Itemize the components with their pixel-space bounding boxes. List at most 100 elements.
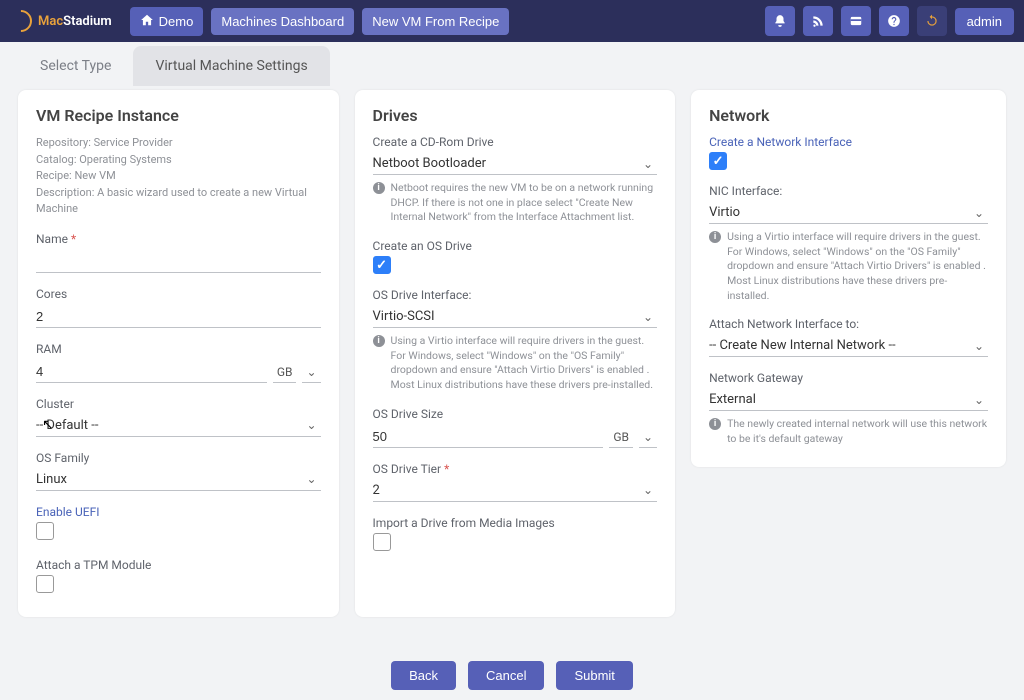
cluster-value: -- Default -- [36, 418, 302, 433]
info-icon: i [373, 335, 385, 347]
ram-unit-dropdown[interactable]: ⌄ [302, 365, 320, 383]
ram-unit: GB [273, 365, 297, 383]
gateway-info: i The newly created internal network wil… [709, 417, 988, 446]
network-title: Network [709, 106, 988, 125]
vm-desc: Description: A basic wizard used to crea… [36, 185, 321, 218]
osdrive-size-unit: GB [609, 430, 633, 448]
network-card: Network Create a Network Interface ✓ NIC… [691, 90, 1006, 467]
refresh-icon-button[interactable] [917, 6, 947, 36]
gateway-select[interactable]: External ⌄ [709, 388, 988, 411]
tab-select-type[interactable]: Select Type [18, 46, 133, 86]
top-bar: MacStadium Demo Machines Dashboard New V… [0, 0, 1024, 42]
card-icon-button[interactable] [841, 6, 871, 36]
logo-icon [5, 5, 36, 36]
gateway-info-text: The newly created internal network will … [727, 417, 988, 446]
osdrive-size-input[interactable] [373, 424, 604, 448]
osdrive-size-unit-dropdown[interactable]: ⌄ [639, 430, 657, 448]
osdrive-iface-value: Virtio-SCSI [373, 309, 639, 324]
cdrom-info-text: Netboot requires the new VM to be on a n… [391, 181, 658, 225]
rss-icon-button[interactable] [803, 6, 833, 36]
nic-iface-info: i Using a Virtio interface will require … [709, 230, 988, 303]
uefi-label: Enable UEFI [36, 505, 321, 519]
uefi-checkbox[interactable] [36, 522, 54, 540]
nic-iface-select[interactable]: Virtio ⌄ [709, 201, 988, 224]
gateway-value: External [709, 392, 970, 407]
chevron-down-icon: ⌄ [639, 310, 657, 324]
osdrive-iface-select[interactable]: Virtio-SCSI ⌄ [373, 305, 658, 328]
vm-catalog: Catalog: Operating Systems [36, 152, 321, 169]
name-label: Name * [36, 232, 321, 246]
cancel-button[interactable]: Cancel [468, 661, 544, 690]
osdrive-label: Create an OS Drive [373, 239, 658, 253]
osfamily-label: OS Family [36, 451, 321, 465]
create-nic-checkbox[interactable]: ✓ [709, 152, 727, 170]
vm-title: VM Recipe Instance [36, 106, 321, 125]
osdrive-tier-select[interactable]: 2 ⌄ [373, 479, 658, 502]
bell-icon-button[interactable] [765, 6, 795, 36]
tab-bar: Select Type Virtual Machine Settings [0, 46, 1024, 86]
footer-buttons: Back Cancel Submit [0, 661, 1024, 690]
drives-card: Drives Create a CD-Rom Drive Netboot Boo… [355, 90, 676, 617]
info-icon: i [709, 231, 721, 243]
cdrom-select[interactable]: Netboot Bootloader ⌄ [373, 152, 658, 175]
nic-iface-label: NIC Interface: [709, 184, 988, 198]
osdrive-iface-label: OS Drive Interface: [373, 288, 658, 302]
create-nic-label: Create a Network Interface [709, 135, 988, 149]
chevron-down-icon: ⌄ [639, 483, 657, 497]
attach-nic-label: Attach Network Interface to: [709, 317, 988, 331]
osdrive-tier-value: 2 [373, 483, 639, 498]
import-drive-checkbox[interactable] [373, 533, 391, 551]
cluster-label: Cluster [36, 397, 321, 411]
name-input[interactable] [36, 249, 321, 273]
info-icon: i [709, 418, 721, 430]
machines-dashboard-button[interactable]: Machines Dashboard [211, 8, 354, 35]
cluster-select[interactable]: -- Default -- ⌄ [36, 414, 321, 437]
drives-title: Drives [373, 106, 658, 125]
tpm-label: Attach a TPM Module [36, 558, 321, 572]
attach-nic-value: -- Create New Internal Network -- [709, 338, 970, 353]
submit-button[interactable]: Submit [556, 661, 632, 690]
tab-vm-settings[interactable]: Virtual Machine Settings [133, 46, 329, 86]
osdrive-checkbox[interactable]: ✓ [373, 256, 391, 274]
ram-input[interactable] [36, 359, 267, 383]
home-icon [140, 13, 154, 30]
chevron-down-icon: ⌄ [970, 339, 988, 353]
vm-repo: Repository: Service Provider [36, 135, 321, 152]
cores-input[interactable] [36, 304, 321, 328]
chevron-down-icon: ⌄ [302, 418, 320, 432]
nic-iface-info-text: Using a Virtio interface will require dr… [727, 230, 988, 303]
help-icon-button[interactable] [879, 6, 909, 36]
back-button[interactable]: Back [391, 661, 456, 690]
brand-text: MacStadium [38, 14, 112, 29]
osfamily-select[interactable]: Linux ⌄ [36, 468, 321, 491]
osdrive-tier-label: OS Drive Tier * [373, 462, 658, 476]
osdrive-size-label: OS Drive Size [373, 407, 658, 421]
nic-iface-value: Virtio [709, 205, 970, 220]
attach-nic-select[interactable]: -- Create New Internal Network -- ⌄ [709, 334, 988, 357]
demo-label: Demo [159, 14, 194, 29]
vm-recipe-card: VM Recipe Instance Repository: Service P… [18, 90, 339, 617]
osdrive-iface-info: i Using a Virtio interface will require … [373, 334, 658, 393]
import-drive-label: Import a Drive from Media Images [373, 516, 658, 530]
cdrom-value: Netboot Bootloader [373, 156, 639, 171]
cdrom-label: Create a CD-Rom Drive [373, 135, 658, 149]
brand-stadium: Stadium [63, 14, 112, 29]
ram-label: RAM [36, 342, 321, 356]
new-vm-from-recipe-button[interactable]: New VM From Recipe [362, 8, 509, 35]
chevron-down-icon: ⌄ [302, 472, 320, 486]
cdrom-info: i Netboot requires the new VM to be on a… [373, 181, 658, 225]
brand-mac: Mac [38, 14, 63, 29]
admin-button[interactable]: admin [955, 8, 1014, 35]
cores-label: Cores [36, 287, 321, 301]
tpm-checkbox[interactable] [36, 575, 54, 593]
osdrive-iface-info-text: Using a Virtio interface will require dr… [391, 334, 658, 393]
demo-button[interactable]: Demo [130, 7, 204, 36]
chevron-down-icon: ⌄ [639, 157, 657, 171]
content-columns: VM Recipe Instance Repository: Service P… [0, 86, 1024, 617]
vm-meta: Repository: Service Provider Catalog: Op… [36, 135, 321, 218]
chevron-down-icon: ⌄ [970, 393, 988, 407]
gateway-label: Network Gateway [709, 371, 988, 385]
osfamily-value: Linux [36, 472, 302, 487]
vm-recipe: Recipe: New VM [36, 168, 321, 185]
info-icon: i [373, 182, 385, 194]
